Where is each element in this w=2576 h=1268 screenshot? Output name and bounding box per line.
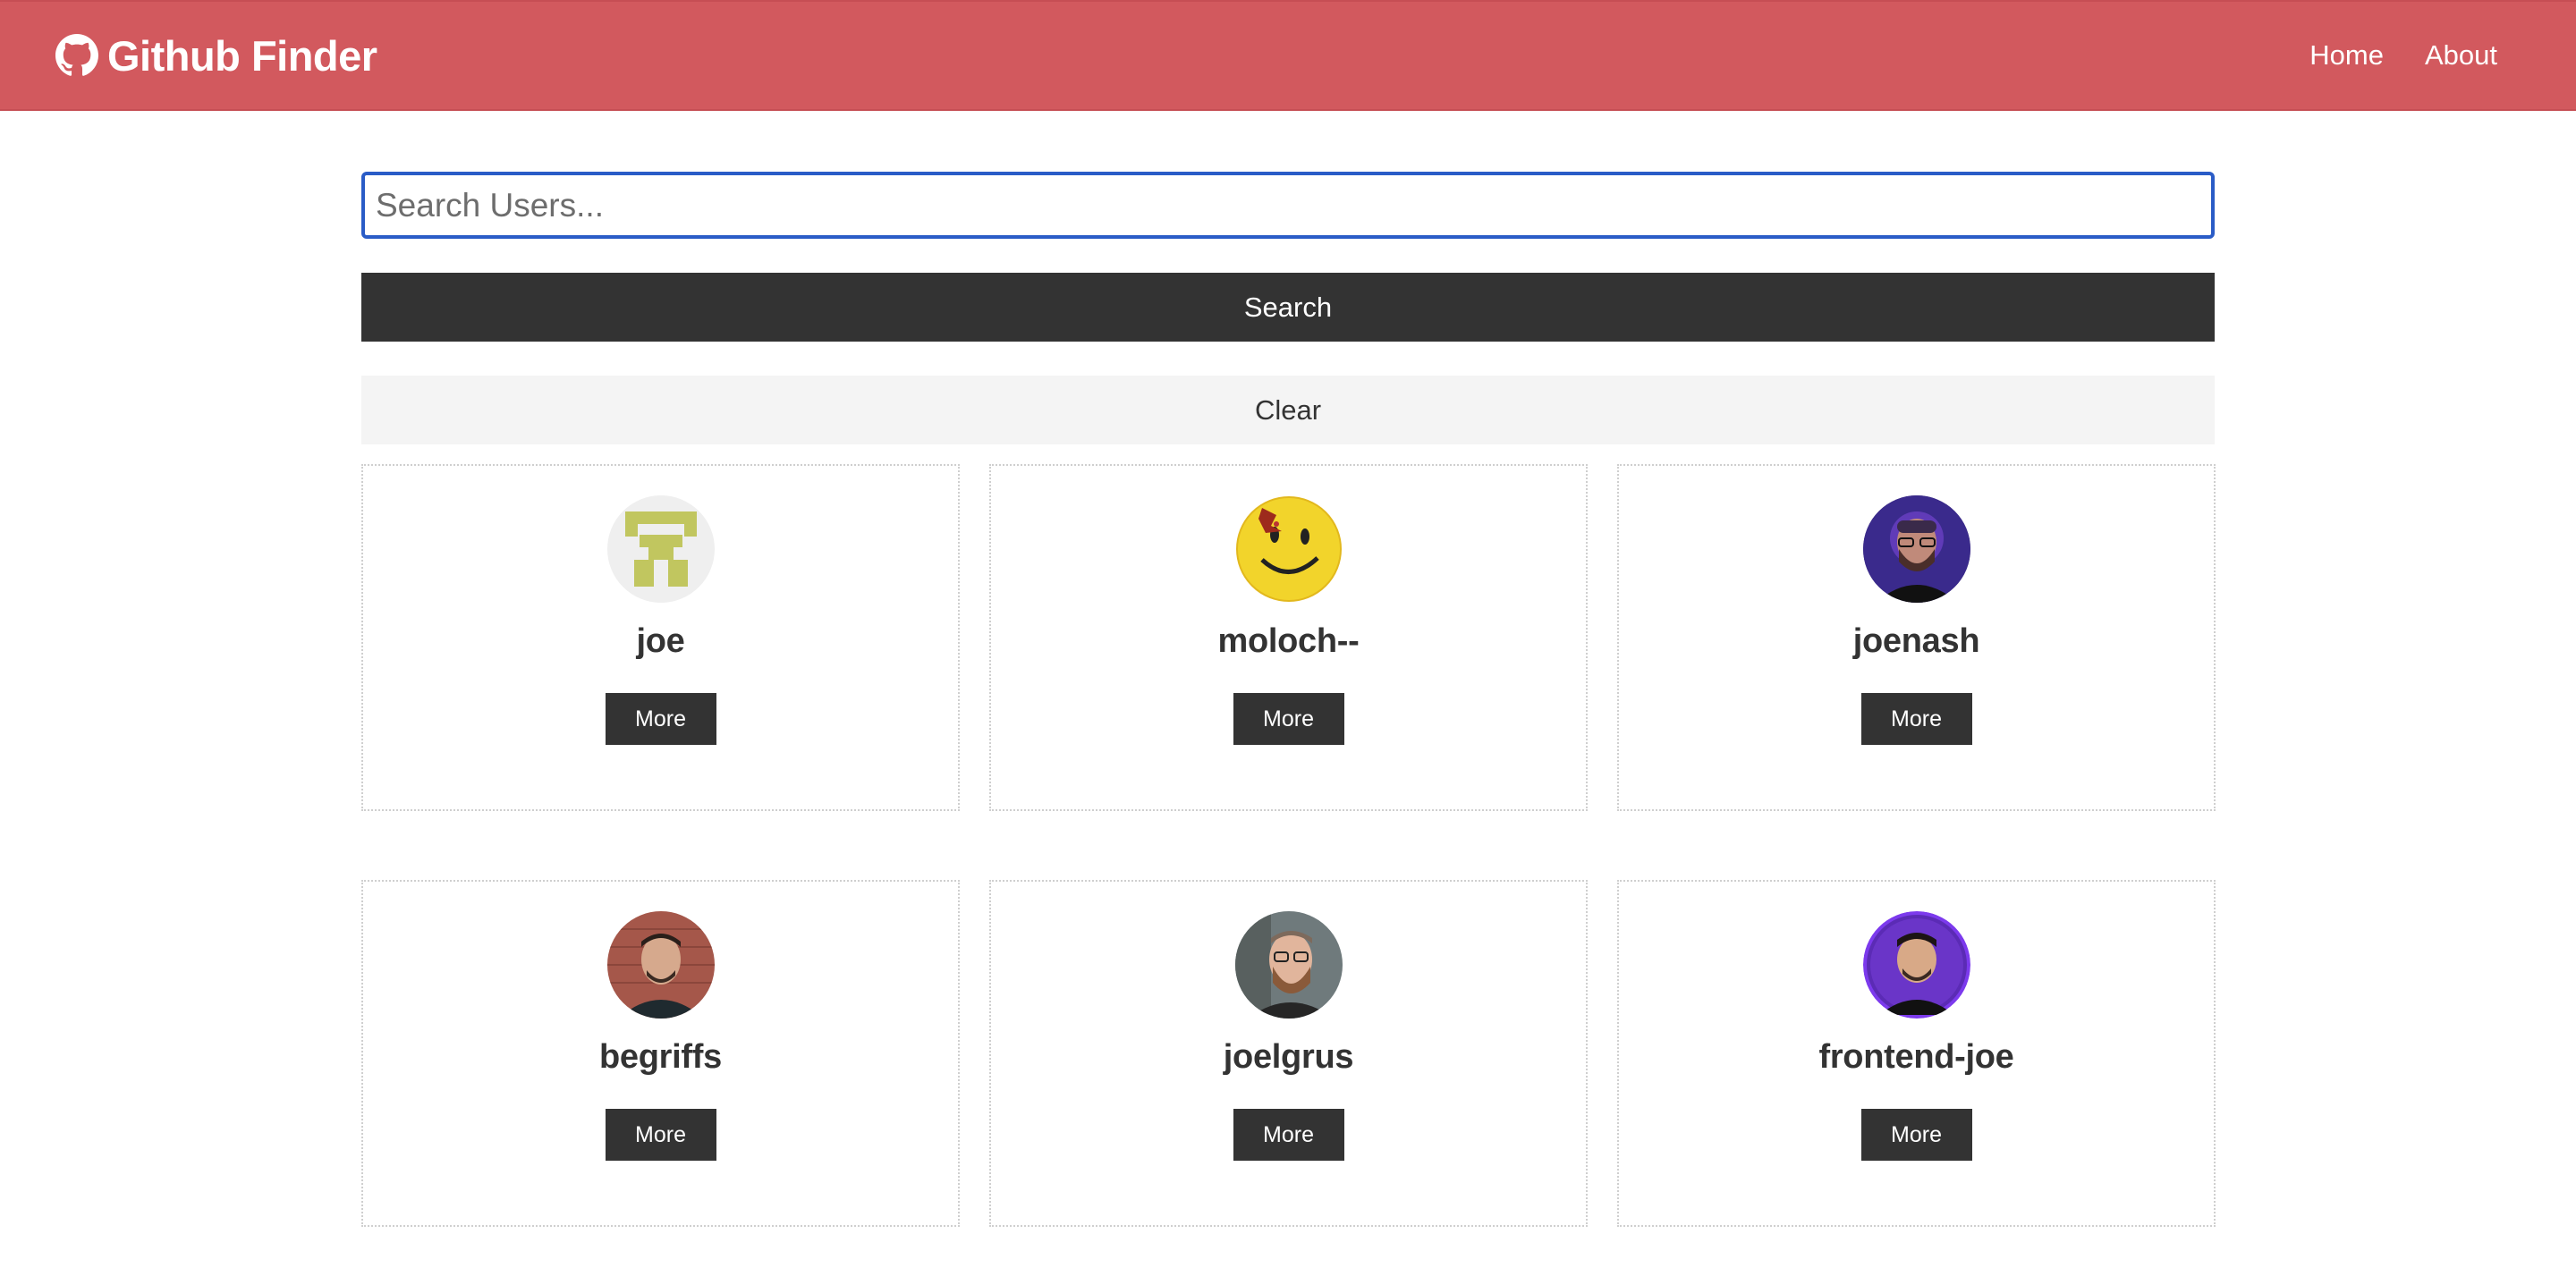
app-title: Github Finder	[107, 31, 377, 80]
user-card: joenash More	[1617, 464, 2216, 811]
more-button[interactable]: More	[1233, 693, 1344, 745]
user-login: joenash	[1852, 622, 1980, 660]
clear-button[interactable]: Clear	[361, 376, 2215, 444]
nav-link-about[interactable]: About	[2425, 39, 2497, 72]
photo-avatar	[1862, 495, 1970, 603]
smiley-avatar	[1234, 495, 1343, 603]
github-icon	[55, 34, 98, 77]
user-grid: joe More moloch-- More joenash More begr…	[361, 464, 2216, 1227]
user-login: frontend-joe	[1818, 1038, 2014, 1076]
search-button[interactable]: Search	[361, 273, 2215, 342]
nav-link-home[interactable]: Home	[2309, 39, 2384, 72]
user-card: joe More	[361, 464, 960, 811]
more-button[interactable]: More	[605, 693, 716, 745]
more-button[interactable]: More	[1860, 693, 1972, 745]
photo-avatar	[1862, 911, 1970, 1019]
user-login: joelgrus	[1223, 1038, 1354, 1076]
navbar: Github Finder Home About	[0, 0, 2576, 111]
user-card: frontend-joe More	[1617, 880, 2216, 1227]
user-card: moloch-- More	[989, 464, 1588, 811]
more-button[interactable]: More	[1860, 1109, 1972, 1161]
user-login: begriffs	[599, 1038, 722, 1076]
user-login: moloch--	[1217, 622, 1360, 660]
user-login: joe	[636, 622, 685, 660]
photo-avatar	[606, 911, 715, 1019]
more-button[interactable]: More	[1233, 1109, 1344, 1161]
search-input[interactable]	[361, 172, 2215, 239]
user-card: begriffs More	[361, 880, 960, 1227]
identicon-avatar	[606, 495, 715, 603]
search-form: Search Clear	[361, 172, 2215, 444]
nav-links: Home About	[2309, 39, 2497, 72]
user-card: joelgrus More	[989, 880, 1588, 1227]
more-button[interactable]: More	[605, 1109, 716, 1161]
brand[interactable]: Github Finder	[55, 31, 377, 80]
photo-avatar	[1234, 911, 1343, 1019]
